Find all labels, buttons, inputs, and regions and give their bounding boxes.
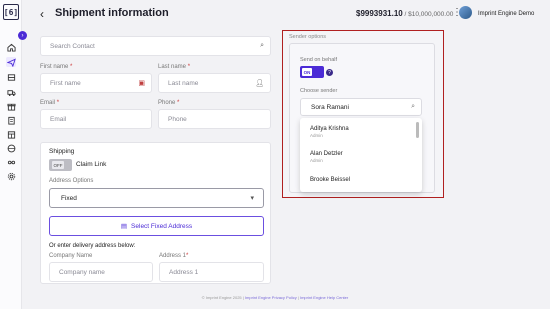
help-icon[interactable]: ? xyxy=(326,69,333,76)
globe-icon[interactable] xyxy=(6,143,16,153)
integrations-icon[interactable] xyxy=(6,157,16,167)
choose-sender-label: Choose sender xyxy=(300,88,338,94)
sender-options-title: Sender options xyxy=(289,34,326,40)
last-name-field[interactable]: Last name 👤︎ xyxy=(158,73,271,93)
company-name-field[interactable]: Company name xyxy=(49,262,153,282)
email-placeholder: Email xyxy=(50,116,67,123)
send-icon[interactable] xyxy=(6,57,16,67)
shipping-title: Shipping xyxy=(49,148,75,155)
sender-dropdown: Aditya Krishna Admin Alan Detzler Admin … xyxy=(300,118,422,192)
balance-amount: $9993931.10 xyxy=(356,9,403,18)
address1-field[interactable]: Address 1 xyxy=(159,262,264,282)
address-options-select[interactable]: Fixed ▾ xyxy=(49,188,264,208)
sender-options-card: Send on behalf ON ? Choose sender Sora R… xyxy=(289,43,435,193)
address1-placeholder: Address 1 xyxy=(169,269,199,276)
sender-option-role: Admin xyxy=(310,133,323,138)
claim-link-toggle-state: OFF xyxy=(52,161,64,169)
enter-address-text: Or enter delivery address below: xyxy=(49,243,136,249)
last-name-label: Last name * xyxy=(158,64,190,70)
first-name-label: First name * xyxy=(40,64,72,70)
email-field[interactable]: Email xyxy=(40,109,152,129)
phone-field[interactable]: Phone xyxy=(158,109,271,129)
toggle-state: ON xyxy=(302,68,312,76)
phone-label-text: Phone xyxy=(158,100,176,106)
sender-option[interactable]: Brooke Beissel xyxy=(310,177,350,183)
logo[interactable]: [6] xyxy=(3,4,19,20)
page-title: Shipment information xyxy=(55,7,169,19)
user-name[interactable]: Imprint Engine Demo xyxy=(478,11,534,17)
address1-label-text: Address 1 xyxy=(159,253,187,259)
home-icon[interactable] xyxy=(6,42,16,52)
expand-sidebar-button[interactable]: › xyxy=(18,31,27,40)
sender-option[interactable]: Alan Detzler Admin xyxy=(310,151,343,163)
store-icon[interactable] xyxy=(6,129,16,139)
clipboard-icon[interactable] xyxy=(6,115,16,125)
chevron-down-icon: ▾ xyxy=(250,195,254,202)
arrow-left-icon[interactable]: ‹ xyxy=(40,7,44,21)
footer: © Imprint Engine 2025 | Imprint Engine P… xyxy=(0,295,550,300)
sidebar: [6] xyxy=(0,0,22,309)
gift-icon[interactable] xyxy=(6,101,16,111)
last-name-placeholder: Last name xyxy=(168,80,199,87)
page-header: ‹ Shipment information $9993931.10 / $10… xyxy=(22,0,550,28)
shipping-section: Shipping OFF Claim Link Address Options … xyxy=(40,142,271,284)
select-fixed-address-label: Select Fixed Address xyxy=(131,222,193,230)
truck-icon[interactable] xyxy=(6,87,16,97)
send-on-behalf-toggle[interactable]: ON xyxy=(300,66,324,78)
claim-link-label: Claim Link xyxy=(76,161,107,168)
search-icon: ⌕ xyxy=(260,42,264,49)
sender-search-input[interactable]: Sora Ramani ⌕ xyxy=(300,98,422,116)
sender-option-name: Aditya Krishna xyxy=(310,126,349,132)
search-contact-placeholder: Search Contact xyxy=(50,43,95,50)
dropdown-scrollbar[interactable] xyxy=(416,122,419,138)
help-center-link[interactable]: Imprint Engine Help Center xyxy=(300,295,348,300)
footer-copyright: © Imprint Engine 2025 xyxy=(201,295,242,300)
email-label: Email * xyxy=(40,100,59,106)
balance-limit: / $10,000,000.00 xyxy=(402,11,454,18)
address-book-icon: ▤ xyxy=(120,223,128,230)
privacy-policy-link[interactable]: Imprint Engine Privacy Policy xyxy=(245,295,297,300)
required-mark: * xyxy=(56,100,60,106)
avatar[interactable] xyxy=(459,6,472,19)
person-icon: 👤︎ xyxy=(255,80,264,87)
address1-label: Address 1* xyxy=(159,253,188,259)
sender-option[interactable]: Aditya Krishna Admin xyxy=(310,126,349,138)
sender-value: Sora Ramani xyxy=(311,104,349,111)
address-option-value: Fixed xyxy=(61,195,77,202)
company-name-label: Company Name xyxy=(49,253,93,259)
last-name-label-text: Last name xyxy=(158,64,187,70)
required-mark: * xyxy=(70,64,73,70)
address-options-label: Address Options xyxy=(49,178,94,184)
inventory-icon[interactable] xyxy=(6,72,16,82)
account-balance: $9993931.10 / $10,000,000.00 xyxy=(356,9,453,18)
sender-option-role: Admin xyxy=(310,158,323,163)
email-label-text: Email xyxy=(40,100,56,106)
sender-option-name: Brooke Beissel xyxy=(310,177,351,183)
claim-link-toggle[interactable]: OFF xyxy=(49,159,72,171)
phone-placeholder: Phone xyxy=(168,116,187,123)
select-fixed-address-button[interactable]: ▤ Select Fixed Address xyxy=(49,216,264,236)
phone-label: Phone * xyxy=(158,100,179,106)
search-contact-input[interactable]: Search Contact ⌕ xyxy=(40,36,271,56)
company-name-placeholder: Company name xyxy=(59,269,105,276)
autofill-icon[interactable]: ▣ xyxy=(138,79,145,87)
sender-options-panel: Sender options Send on behalf ON ? Choos… xyxy=(282,30,444,198)
first-name-placeholder: First name xyxy=(50,80,81,87)
required-mark: * xyxy=(177,100,180,106)
settings-icon[interactable] xyxy=(6,171,16,181)
sender-option-name: Alan Detzler xyxy=(310,151,343,157)
required-mark: * xyxy=(186,253,189,259)
first-name-label-text: First name xyxy=(40,64,69,70)
send-on-behalf-label: Send on behalf xyxy=(300,57,338,63)
first-name-field[interactable]: First name ▣ xyxy=(40,73,152,93)
required-mark: * xyxy=(187,64,191,70)
search-icon: ⌕ xyxy=(411,103,415,110)
